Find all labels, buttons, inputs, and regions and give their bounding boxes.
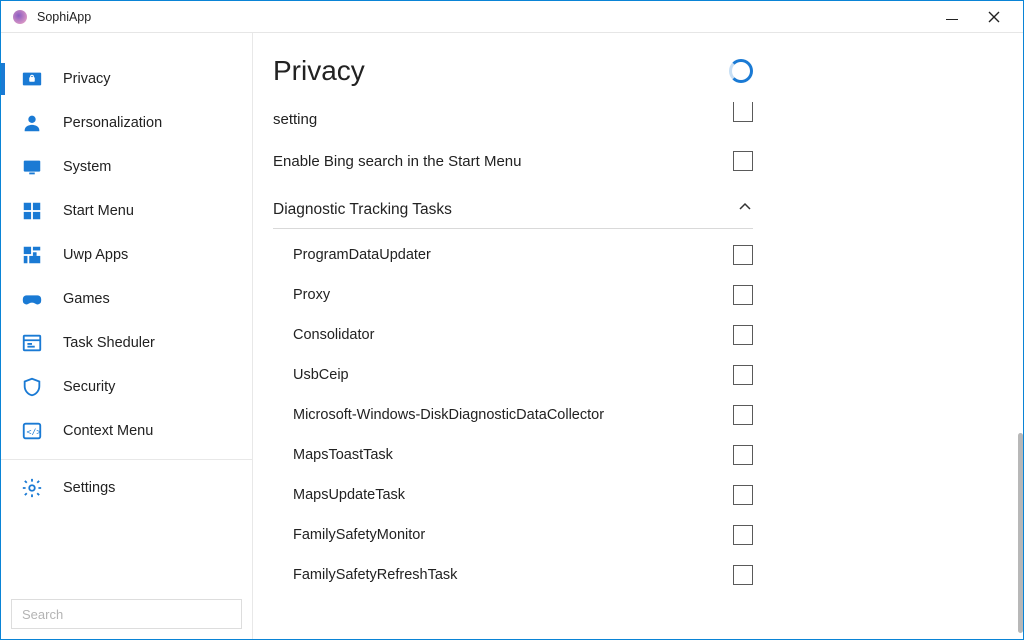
gear-icon — [21, 476, 49, 500]
task-row: MapsUpdateTask — [273, 475, 753, 515]
setting-row-label: setting — [273, 111, 317, 128]
task-checkbox[interactable] — [733, 405, 753, 425]
sidebar-item-label: Security — [63, 379, 115, 395]
task-row-label: MapsToastTask — [293, 447, 393, 463]
sidebar-item-label: Task Sheduler — [63, 335, 155, 351]
sidebar-item-personalization[interactable]: Personalization — [1, 101, 252, 145]
task-row-label: MapsUpdateTask — [293, 487, 405, 503]
task-row: ProgramDataUpdater — [273, 235, 753, 275]
sidebar-item-security[interactable]: Security — [1, 365, 252, 409]
scrollbar-thumb[interactable] — [1018, 433, 1023, 633]
task-row: Consolidator — [273, 315, 753, 355]
task-checkbox[interactable] — [733, 325, 753, 345]
task-row-label: UsbCeip — [293, 367, 349, 383]
sidebar-item-label: Privacy — [63, 71, 111, 87]
task-row: Proxy — [273, 275, 753, 315]
sidebar-item-label: Personalization — [63, 115, 162, 131]
task-row: Microsoft-Windows-DiskDiagnosticDataColl… — [273, 395, 753, 435]
task-row-label: Microsoft-Windows-DiskDiagnosticDataColl… — [293, 407, 604, 423]
app-icon — [13, 10, 27, 24]
sidebar-item-settings[interactable]: Settings — [1, 466, 252, 510]
sidebar-item-label: Settings — [63, 480, 115, 496]
task-scheduler-icon — [21, 331, 49, 355]
sidebar-item-context-menu[interactable]: </> Context Menu — [1, 409, 252, 453]
task-row-label: FamilySafetyRefreshTask — [293, 567, 457, 583]
context-menu-icon: </> — [21, 419, 49, 443]
minimize-button[interactable] — [931, 3, 973, 31]
start-menu-icon — [21, 199, 49, 223]
sidebar-item-games[interactable]: Games — [1, 277, 252, 321]
task-row-label: Proxy — [293, 287, 330, 303]
task-checkbox[interactable] — [733, 245, 753, 265]
main-panel: Privacy setting Enable Bing search in th… — [253, 33, 1023, 639]
setting-checkbox[interactable] — [733, 102, 753, 122]
task-checkbox[interactable] — [733, 365, 753, 385]
shield-icon — [21, 375, 49, 399]
task-checkbox[interactable] — [733, 485, 753, 505]
sidebar-item-label: Context Menu — [63, 423, 153, 439]
sidebar-item-privacy[interactable]: Privacy — [1, 57, 252, 101]
sidebar-item-start-menu[interactable]: Start Menu — [1, 189, 252, 233]
sidebar-item-label: Games — [63, 291, 110, 307]
search-input[interactable] — [11, 599, 242, 629]
task-row-label: ProgramDataUpdater — [293, 247, 431, 263]
window-controls — [931, 3, 1015, 31]
task-row: FamilySafetyRefreshTask — [273, 555, 753, 595]
page-title: Privacy — [273, 55, 365, 87]
section-title: Diagnostic Tracking Tasks — [273, 201, 452, 219]
loading-spinner-icon — [729, 59, 753, 83]
uwp-apps-icon — [21, 243, 49, 267]
svg-text:</>: </> — [27, 427, 42, 437]
section-header[interactable]: Diagnostic Tracking Tasks — [273, 189, 753, 229]
task-checkbox[interactable] — [733, 565, 753, 585]
sidebar: Privacy Personalization System Start Men… — [1, 33, 253, 639]
sidebar-item-task-scheduler[interactable]: Task Sheduler — [1, 321, 252, 365]
setting-row-label: Enable Bing search in the Start Menu — [273, 153, 521, 170]
task-checkbox[interactable] — [733, 525, 753, 545]
sidebar-item-label: System — [63, 159, 111, 175]
games-icon — [21, 287, 49, 311]
app-title: SophiApp — [37, 10, 91, 24]
task-checkbox[interactable] — [733, 285, 753, 305]
close-button[interactable] — [973, 3, 1015, 31]
task-row: UsbCeip — [273, 355, 753, 395]
sidebar-item-system[interactable]: System — [1, 145, 252, 189]
sidebar-item-label: Start Menu — [63, 203, 134, 219]
privacy-icon — [21, 67, 49, 91]
titlebar: SophiApp — [1, 1, 1023, 33]
personalization-icon — [21, 111, 49, 135]
task-row-label: Consolidator — [293, 327, 374, 343]
task-row: MapsToastTask — [273, 435, 753, 475]
setting-checkbox[interactable] — [733, 151, 753, 171]
sidebar-divider — [1, 459, 252, 460]
task-row: FamilySafetyMonitor — [273, 515, 753, 555]
task-row-label: FamilySafetyMonitor — [293, 527, 425, 543]
sidebar-item-label: Uwp Apps — [63, 247, 128, 263]
chevron-up-icon — [737, 199, 753, 220]
sidebar-item-uwp-apps[interactable]: Uwp Apps — [1, 233, 252, 277]
system-icon — [21, 155, 49, 179]
task-checkbox[interactable] — [733, 445, 753, 465]
